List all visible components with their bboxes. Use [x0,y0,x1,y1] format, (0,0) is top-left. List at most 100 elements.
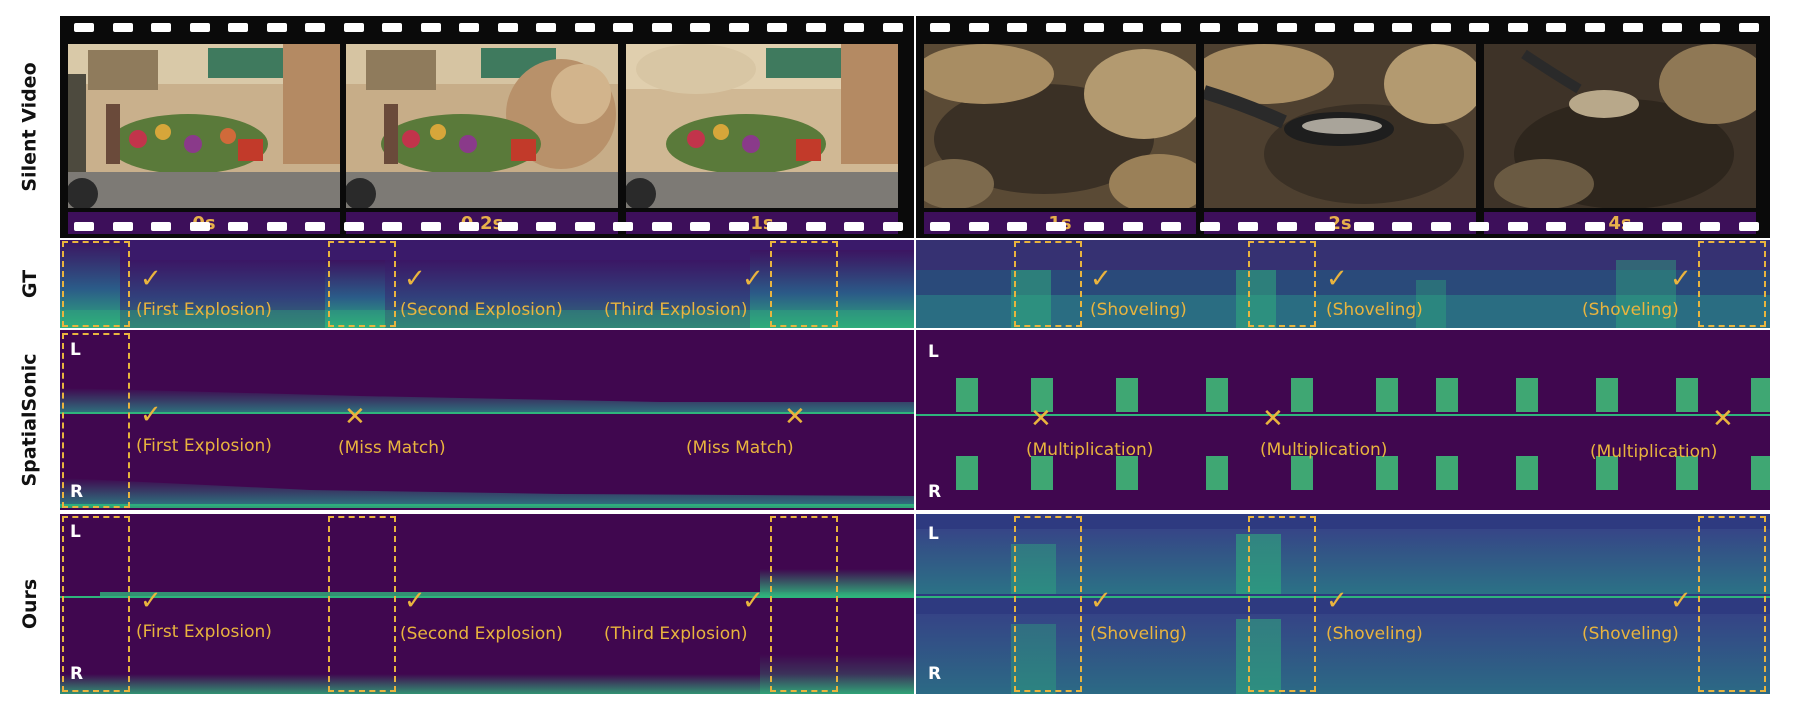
sound-burst-block [1116,378,1138,412]
sprocket-hole [112,23,133,32]
sound-burst-block [1751,378,1770,412]
sprocket-hole [1392,23,1412,32]
sprocket-hole [1315,222,1335,231]
sprocket-hole [767,222,787,231]
sprocket-hole [1700,222,1720,231]
sprocket-hole [930,23,950,32]
row-label-silent-video: Silent Video [19,62,41,192]
sound-burst-block [1206,378,1228,412]
highlight-box [770,516,838,692]
sprocket-hole [189,23,210,32]
sprocket-hole [1199,23,1220,32]
highlight-box [328,241,396,327]
cross-mark: ✕ [344,402,366,432]
sprocket-hole [1700,23,1720,32]
ours-annotation: (Shoveling) [1326,624,1423,644]
sprocket-hole [1007,222,1027,231]
sprocket-hole [574,222,595,231]
row-label-spatialsonic: SpatialSonic [19,353,42,487]
video-frame-right-1 [924,44,1196,208]
sprocket-hole [536,222,556,231]
sprocket-hole [1315,23,1335,32]
sprocket-hole [968,23,989,32]
check-mark: ✓ [140,400,162,430]
channel-label-right: R [70,664,84,684]
sprocket-hole [74,222,94,231]
gt-annotation: (Shoveling) [1582,300,1679,320]
sprocket-hole [882,23,903,32]
sprocket-hole [1546,222,1566,231]
sound-burst-block [1376,378,1398,412]
spatialsonic-annotation: (Miss Match) [338,438,446,458]
row-label-ours: Ours [18,578,41,630]
sprocket-hole [1469,23,1489,32]
sprocket-hole [574,23,595,32]
sprocket-hole [728,222,749,231]
check-mark: ✓ [404,586,426,616]
sprocket-hole [459,222,479,231]
sprocket-hole [1507,222,1528,231]
figure: Silent Video GT SpatialSonic Ours 0.2s 1… [0,0,1800,720]
highlight-box [770,241,838,327]
sprocket-hole [74,23,94,32]
sound-burst-block [1516,456,1538,490]
sprocket-hole [1584,23,1605,32]
video-frame-left-1 [68,44,340,208]
sprocket-hole [1546,23,1566,32]
sprocket-hole [1084,23,1104,32]
sprocket-hole [343,222,364,231]
video-frame-right-2 [1204,44,1476,208]
row-label-gt: GT [18,269,41,299]
sound-burst-block [1206,456,1228,490]
sprocket-hole [497,23,518,32]
ours-annotation: (Shoveling) [1582,624,1679,644]
sprocket-hole [151,23,171,32]
sprocket-hole [1623,222,1643,231]
dirt-scene-image [1204,44,1476,208]
sprocket-hole [1199,222,1220,231]
highlight-box [1698,516,1766,692]
sound-burst-block [1031,456,1053,490]
sprocket-hole [767,23,787,32]
channel-label-right: R [70,482,84,502]
film-strip-right: 1s 2s 4s [916,16,1770,238]
sprocket-hole [189,222,210,231]
sprocket-hole [1122,222,1143,231]
sound-burst-block [956,456,978,490]
gt-annotation: (Shoveling) [1326,300,1423,320]
highlight-box [1248,241,1316,327]
spatialsonic-annotation: (First Explosion) [136,436,272,456]
ours-annotation: (Third Explosion) [604,624,748,644]
highlight-box [1248,516,1316,692]
sprocket-hole [382,222,402,231]
street-scene-image [346,44,618,208]
sprocket-hole [1738,222,1759,231]
sprocket-hole [613,222,633,231]
sprocket-hole [228,23,248,32]
sprocket-hole [1623,23,1643,32]
sprocket-hole [651,23,672,32]
cross-mark: ✕ [1712,404,1734,434]
spatialsonic-annotation: (Miss Match) [686,438,794,458]
sound-burst-block [1291,378,1313,412]
sprocket-hole [1430,222,1451,231]
sprocket-hole [613,23,633,32]
sprocket-hole [690,222,710,231]
sprocket-hole [266,23,287,32]
sprocket-hole [844,23,864,32]
sprocket-hole [1161,23,1181,32]
sprocket-hole [805,23,826,32]
sound-burst-block [1116,456,1138,490]
channel-label-left: L [70,522,81,542]
sprocket-hole [1161,222,1181,231]
dirt-scene-image [1484,44,1756,208]
sprocket-hole [1661,23,1682,32]
highlight-box [1014,241,1082,327]
sprocket-hole [1469,222,1489,231]
check-mark: ✓ [742,586,764,616]
sprocket-hole [497,222,518,231]
sprocket-hole [728,23,749,32]
sprocket-hole [1430,23,1451,32]
sprocket-hole [1738,23,1759,32]
sprocket-hole [459,23,479,32]
